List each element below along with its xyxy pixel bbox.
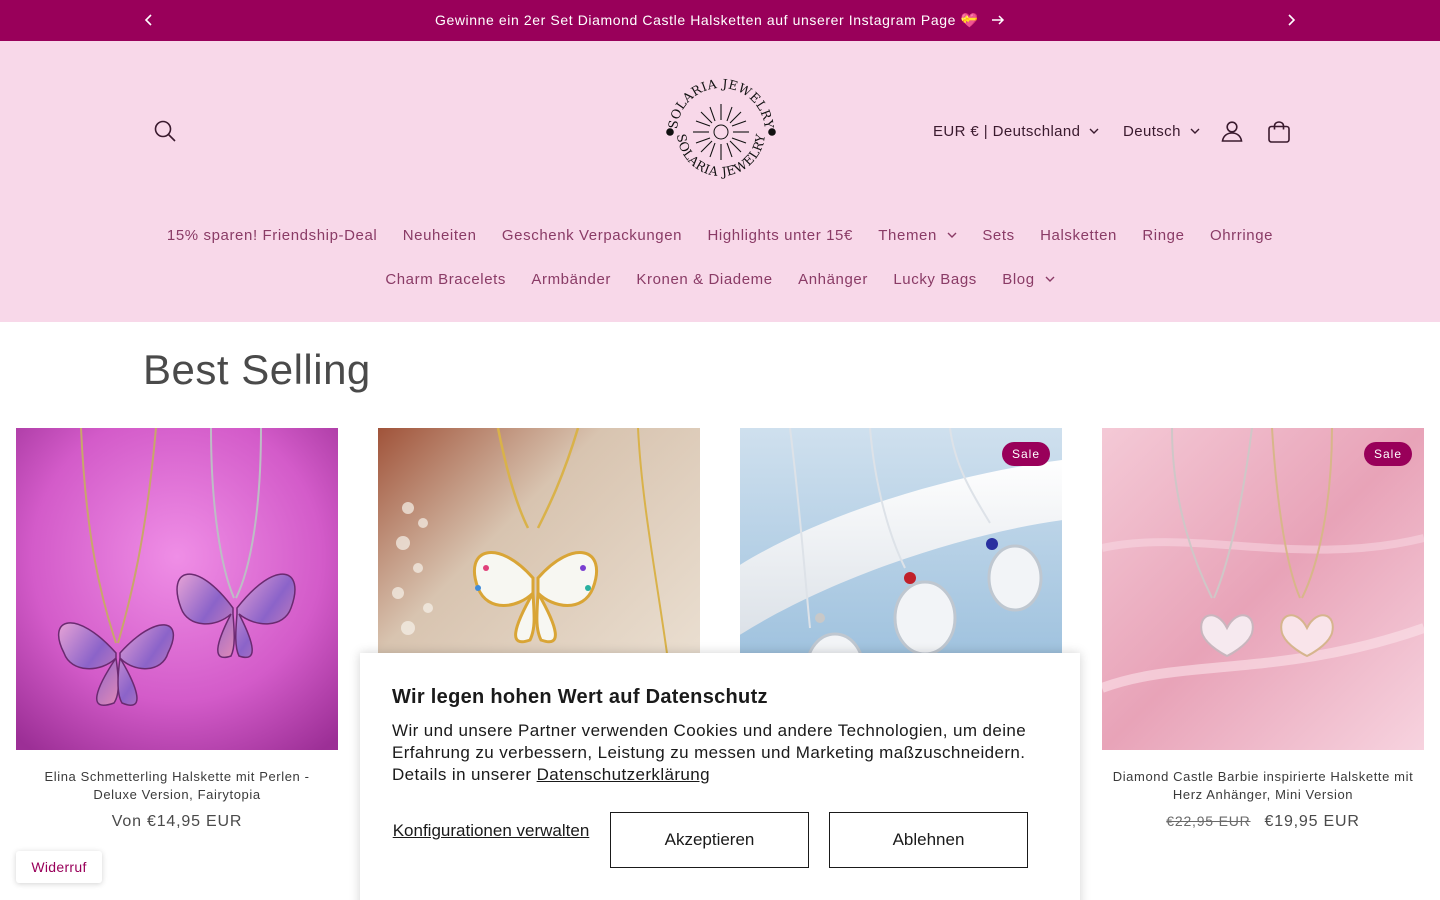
logo-text-top: SOLARIA JEWELRY	[665, 76, 777, 130]
search-icon	[154, 120, 176, 142]
main-nav-row-2: Charm Bracelets Armbänder Kronen & Diade…	[0, 271, 1440, 288]
heart-pendant-necklace-photo	[1102, 428, 1424, 750]
product-image[interactable]: Sale	[1102, 428, 1424, 750]
product-card[interactable]: Elina Schmetterling Halskette mit Perlen…	[16, 428, 338, 831]
chevron-down-icon	[1190, 128, 1200, 134]
nav-label: Geschenk Verpackungen	[501, 227, 683, 244]
main-nav-row-1: 15% sparen! Friendship-Deal Neuheiten Ge…	[0, 227, 1440, 244]
section-title: Best Selling	[143, 346, 371, 393]
nav-item-ringe[interactable]: Ringe	[1130, 227, 1198, 244]
user-icon	[1221, 121, 1243, 142]
nav-item-themen[interactable]: Themen	[866, 227, 970, 244]
nav-label: Highlights unter 15€	[707, 227, 853, 244]
nav-item-charm-bracelets[interactable]: Charm Bracelets	[373, 271, 519, 288]
nav-item-halsketten[interactable]: Halsketten	[1027, 227, 1129, 244]
product-card[interactable]: Sale Diamond Castle Barbie inspirierte H…	[1102, 428, 1424, 831]
nav-item-sets[interactable]: Sets	[970, 227, 1028, 244]
nav-label: Charm Bracelets	[385, 271, 507, 288]
product-price: €22,95 EUR €19,95 EUR	[1102, 813, 1424, 831]
chevron-down-icon	[1045, 276, 1055, 282]
currency-selector[interactable]: EUR € | Deutschland	[933, 123, 1099, 140]
announcement-bar: Gewinne ein 2er Set Diamond Castle Halsk…	[0, 0, 1440, 41]
nav-item-anhaenger[interactable]: Anhänger	[785, 271, 880, 288]
decline-button[interactable]: Ablehnen	[829, 812, 1028, 868]
svg-text:SOLARIA JEWELRY: SOLARIA JEWELRY	[665, 76, 777, 130]
butterfly-necklace-photo	[16, 428, 338, 750]
site-logo[interactable]: SOLARIA JEWELRY SOLARIA JEWELRY	[660, 71, 782, 193]
site-header: SOLARIA JEWELRY SOLARIA JEWELRY EUR € | …	[0, 41, 1440, 322]
nav-item-friendship-deal[interactable]: 15% sparen! Friendship-Deal	[154, 227, 390, 244]
product-old-price: €22,95 EUR	[1166, 813, 1251, 829]
currency-label: EUR € | Deutschland	[933, 123, 1081, 140]
shopping-bag-icon	[1268, 121, 1290, 143]
cookie-banner: Wir legen hohen Wert auf Datenschutz Wir…	[360, 653, 1080, 900]
language-selector[interactable]: Deutsch	[1123, 123, 1200, 140]
nav-label: Themen	[878, 227, 937, 244]
nav-label: Anhänger	[798, 271, 868, 288]
sale-badge: Sale	[1363, 442, 1412, 466]
nav-label: Lucky Bags	[893, 271, 977, 288]
nav-item-ohrringe[interactable]: Ohrringe	[1197, 227, 1286, 244]
announcement-next-button[interactable]	[1281, 10, 1301, 30]
arrow-right-icon	[992, 15, 1005, 25]
product-title[interactable]: Elina Schmetterling Halskette mit Perlen…	[16, 768, 338, 804]
nav-label: Armbänder	[531, 271, 611, 288]
sale-badge: Sale	[1001, 442, 1050, 466]
nav-label: Ohrringe	[1209, 227, 1274, 244]
sun-logo-icon: SOLARIA JEWELRY SOLARIA JEWELRY	[665, 76, 777, 179]
accept-button[interactable]: Akzeptieren	[610, 812, 809, 868]
nav-item-lucky-bags[interactable]: Lucky Bags	[881, 271, 990, 288]
product-price: Von €14,95 EUR	[111, 813, 243, 830]
account-button[interactable]	[1220, 119, 1244, 143]
nav-item-geschenk-verpackungen[interactable]: Geschenk Verpackungen	[489, 227, 695, 244]
nav-label: 15% sparen! Friendship-Deal	[166, 227, 378, 244]
language-label: Deutsch	[1123, 123, 1181, 140]
cookie-text: Wir und unsere Partner verwenden Cookies…	[392, 720, 1048, 786]
cart-button[interactable]	[1266, 119, 1292, 145]
product-title[interactable]: Diamond Castle Barbie inspirierte Halske…	[1102, 768, 1424, 804]
product-image[interactable]	[16, 428, 338, 750]
chevron-down-icon	[1089, 128, 1099, 134]
widerruf-button[interactable]: Widerruf	[16, 851, 102, 883]
nav-item-armbaender[interactable]: Armbänder	[519, 271, 624, 288]
nav-label: Neuheiten	[402, 227, 477, 244]
nav-label: Ringe	[1142, 227, 1185, 244]
announcement-text[interactable]: Gewinne ein 2er Set Diamond Castle Halsk…	[435, 12, 979, 28]
privacy-policy-link[interactable]: Datenschutzerklärung	[537, 765, 710, 784]
nav-label: Kronen & Diademe	[636, 271, 773, 288]
nav-item-neuheiten[interactable]: Neuheiten	[390, 227, 489, 244]
chevron-right-icon	[1288, 14, 1296, 26]
search-button[interactable]	[152, 118, 178, 144]
nav-label: Sets	[982, 227, 1015, 244]
nav-label: Blog	[1002, 271, 1035, 288]
cookie-title: Wir legen hohen Wert auf Datenschutz	[392, 686, 768, 708]
announcement-message[interactable]: Gewinne ein 2er Set Diamond Castle Halsk…	[0, 11, 1440, 29]
product-sale-price: €19,95 EUR	[1264, 813, 1360, 830]
manage-config-button[interactable]: Konfigurationen verwalten	[392, 821, 590, 841]
nav-item-kronen-diademe[interactable]: Kronen & Diademe	[624, 271, 786, 288]
nav-label: Halsketten	[1040, 227, 1117, 244]
nav-item-highlights[interactable]: Highlights unter 15€	[695, 227, 866, 244]
nav-item-blog[interactable]: Blog	[990, 271, 1068, 288]
chevron-down-icon	[947, 232, 957, 238]
